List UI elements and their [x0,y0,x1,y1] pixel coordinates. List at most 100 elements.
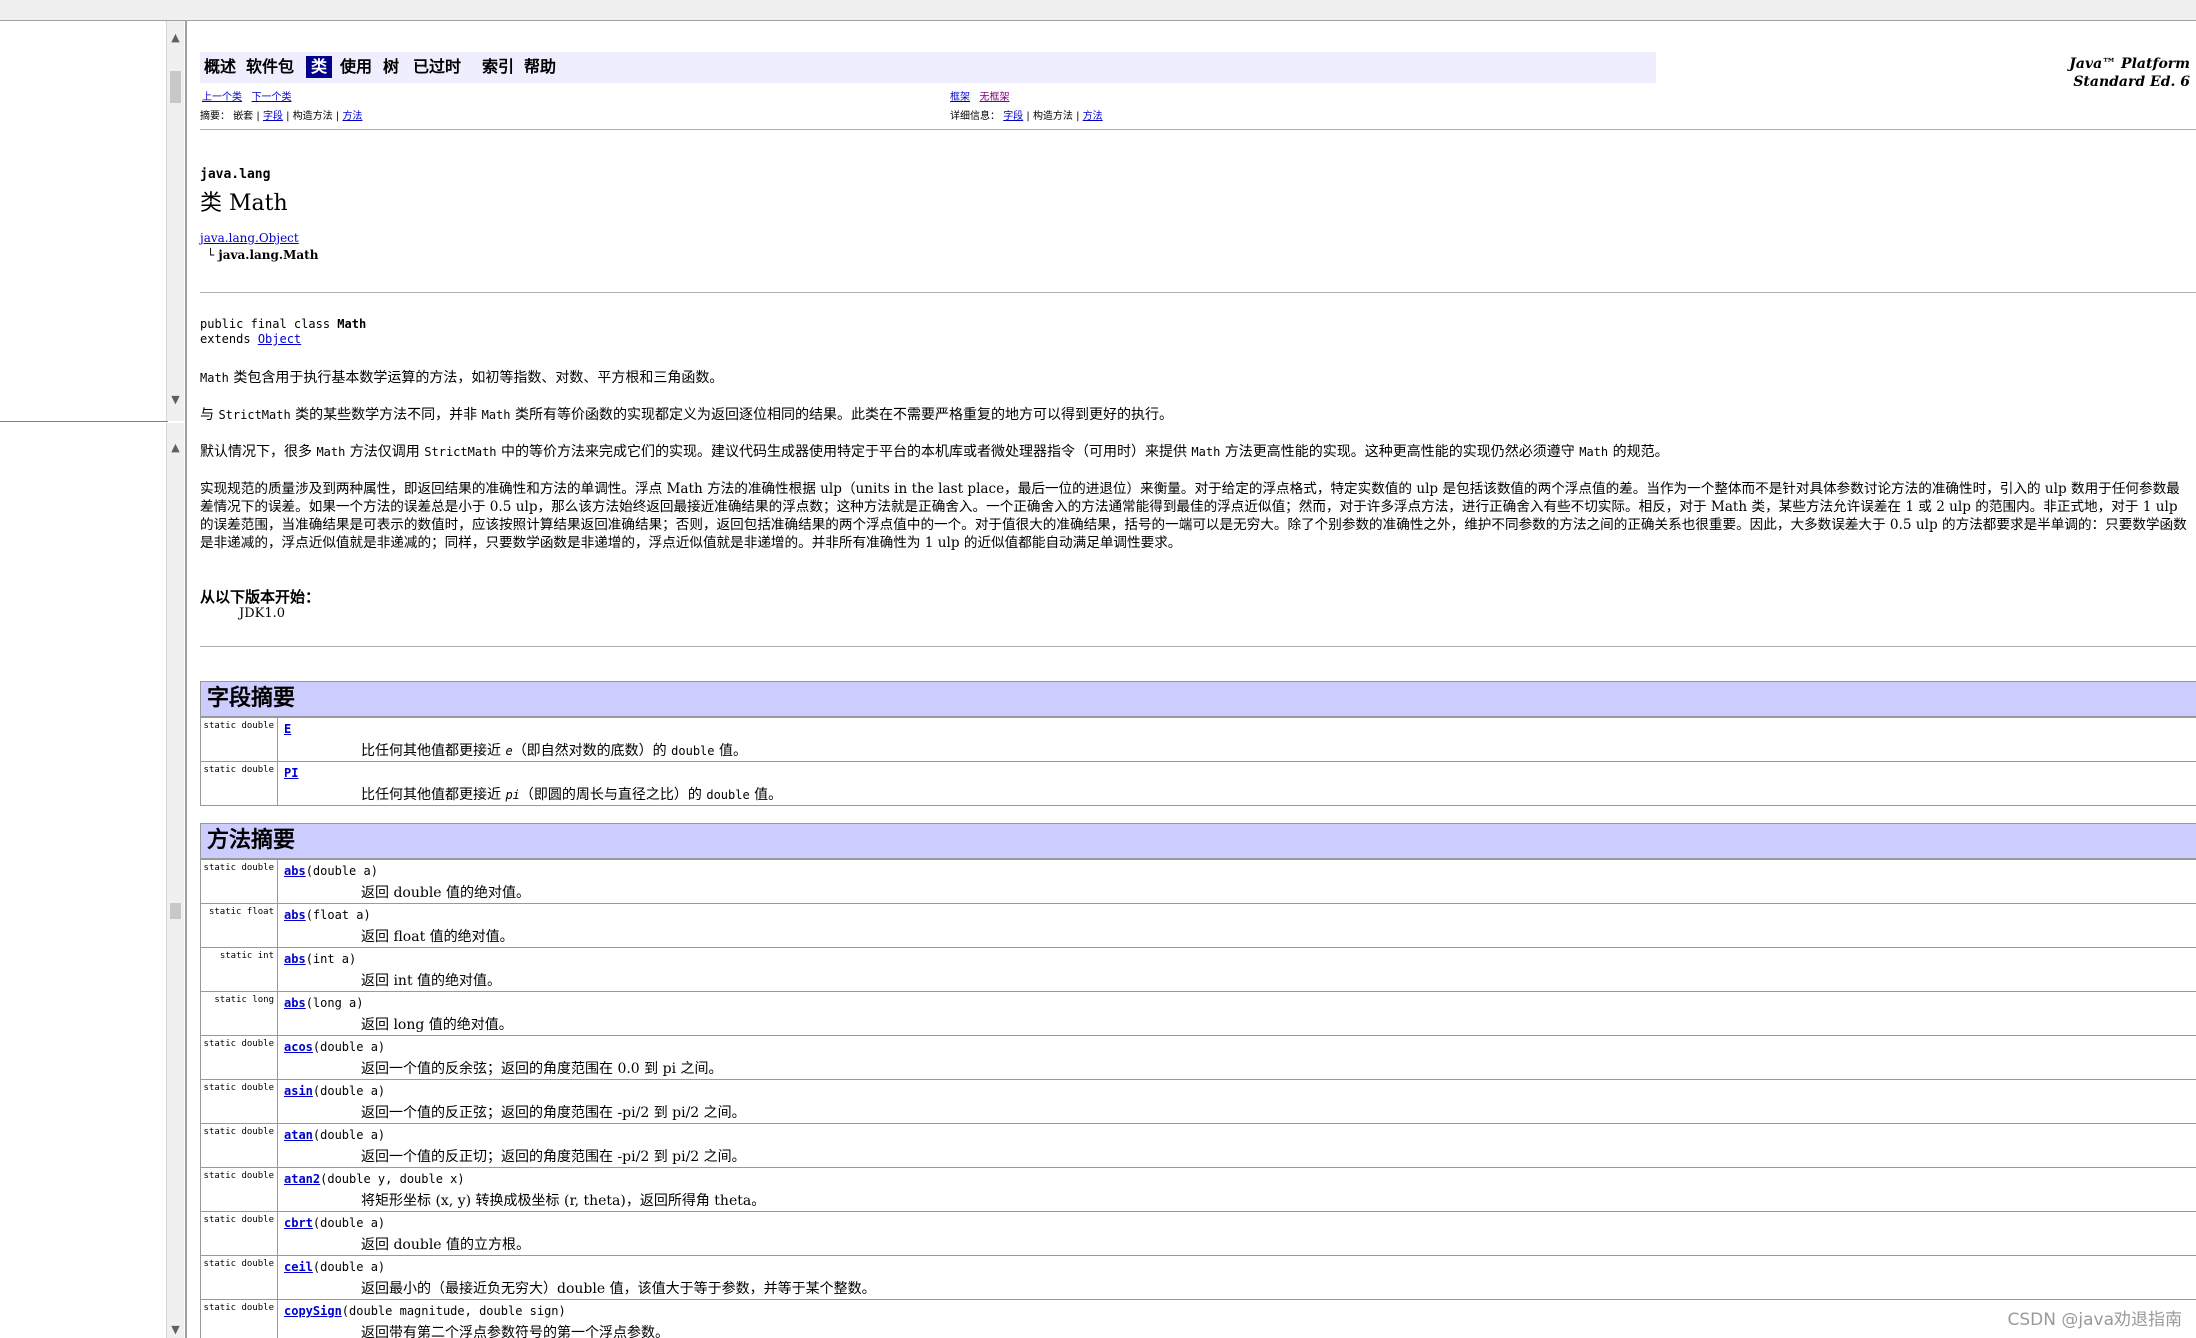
top-nav-bar: 概述 软件包 类 使用 树 已过时 索引 帮助 [200,52,1656,83]
text-span: 中的等价方法来完成它们的实现。建议代码生成器使用特定于平台的本机库或者微处理器指… [496,444,1192,460]
nav-index[interactable]: 索引 [482,56,514,78]
text-span: 值。 [749,787,783,803]
detail-field-link[interactable]: 字段 [1003,111,1023,122]
method-signature: atan2(double y, double x) [284,1172,465,1186]
scroll-thumb[interactable] [170,71,181,103]
field-signature: PI [284,766,298,780]
nav-tree[interactable]: 树 [383,56,399,78]
method-args: (double a) [312,1084,386,1098]
method-modifier: static double [201,1080,278,1123]
prev-class-link[interactable]: 上一个类 [202,92,242,103]
no-frames-link[interactable]: 无框架 [980,92,1010,103]
method-description: 返回最小的（最接近负无穷大）double 值，该值大于等于参数，并等于某个整数。 [361,1281,876,1297]
method-args: (double y, double x) [320,1172,465,1186]
detail-method-link[interactable]: 方法 [1083,111,1103,122]
text-span: 比任何其他值都更接近 [361,787,506,803]
field-summary-table: 字段摘要 static double E 比任何其他值都更接近 e（即自然对数的… [200,681,2196,806]
next-class-link[interactable]: 下一个类 [252,92,292,103]
method-link[interactable]: copySign [284,1304,342,1318]
csdn-watermark: CSDN @java劝退指南 [2007,1310,2183,1330]
method-signature: cbrt(double a) [284,1216,385,1230]
nav-package[interactable]: 软件包 [246,56,294,78]
table-row: static double cbrt(double a) 返回 double 值… [201,1211,2196,1255]
detail-constructor: 构造方法 [1032,111,1073,122]
method-link[interactable]: abs [284,908,306,922]
text-span: 类包含用于执行基本数学运算的方法，如初等指数、对数、平方根和三角函数。 [228,370,724,386]
method-args: (long a) [305,996,364,1010]
scroll-thumb[interactable] [170,903,181,919]
text-span: （即圆的周长与直径之比）的 [519,787,707,803]
method-link[interactable]: acos [284,1040,313,1054]
separator: | [335,111,340,122]
method-signature: abs(long a) [284,996,363,1010]
since-value: JDK1.0 [239,606,286,621]
italic-span: e [505,744,513,758]
nav-use[interactable]: 使用 [340,56,372,78]
method-description: 返回 int 值的绝对值。 [361,973,502,989]
method-signature: abs(int a) [284,952,356,966]
method-link[interactable]: asin [284,1084,313,1098]
method-link[interactable]: abs [284,996,306,1010]
method-modifier: static double [201,1256,278,1299]
method-signature: atan(double a) [284,1128,385,1142]
scroll-up-icon[interactable]: ▲ [167,439,184,456]
method-signature: abs(double a) [284,864,378,878]
summary-field-link[interactable]: 字段 [263,111,283,122]
method-description: 返回 long 值的绝对值。 [361,1017,513,1033]
code-span: Math [1191,445,1221,459]
table-row: static double ceil(double a) 返回最小的（最接近负无… [201,1255,2196,1299]
scroll-up-icon[interactable]: ▲ [167,29,184,46]
method-description: 返回一个值的反余弦；返回的角度范围在 0.0 到 pi 之间。 [361,1061,723,1077]
description-paragraph-3: 默认情况下，很多 Math 方法仅调用 StrictMath 中的等价方法来完成… [200,443,2190,461]
field-modifier: static double [201,762,278,805]
method-modifier: static double [201,1212,278,1255]
method-description: 返回一个值的反正切；返回的角度范围在 -pi/2 到 pi/2 之间。 [361,1149,746,1165]
summary-method-link[interactable]: 方法 [342,111,362,122]
nav-help[interactable]: 帮助 [524,56,556,78]
table-row: static float abs(float a) 返回 float 值的绝对值… [201,903,2196,947]
method-link[interactable]: cbrt [284,1216,313,1230]
table-row: static double atan(double a) 返回一个值的反正切；返… [201,1123,2196,1167]
method-modifier: static float [201,904,278,947]
platform-label: Java™ Platform Standard Ed. 6 [2069,55,2190,91]
code-span: double [706,788,750,802]
method-summary-heading: 方法摘要 [201,824,2196,859]
separator: | [1076,111,1080,122]
method-link[interactable]: atan [284,1128,313,1142]
method-modifier: static double [201,860,278,903]
package-frame-scrollbar[interactable]: ▲ ▼ [166,21,184,421]
text-span: 类所有等价函数的实现都定义为返回逐位相同的结果。此类在不需要严格重复的地方可以得… [510,407,1173,423]
class-frame-scrollbar[interactable]: ▲ ▼ [166,423,184,1338]
method-link[interactable]: abs [284,952,306,966]
scroll-down-icon[interactable]: ▼ [167,391,184,408]
method-args: (int a) [305,952,357,966]
method-description: 返回 double 值的绝对值。 [361,885,531,901]
method-description: 返回 double 值的立方根。 [361,1237,531,1253]
field-modifier: static double [201,718,278,761]
method-link[interactable]: abs [284,864,306,878]
scroll-down-icon[interactable]: ▼ [167,1321,184,1338]
frames-link[interactable]: 框架 [950,92,970,103]
method-signature: asin(double a) [284,1084,385,1098]
tree-branch-icon: └ [207,248,215,262]
method-link[interactable]: ceil [284,1260,313,1274]
method-link[interactable]: atan2 [284,1172,320,1186]
detail-prefix: 详细信息： [950,111,1000,122]
method-signature: acos(double a) [284,1040,385,1054]
field-link-e[interactable]: E [284,722,291,736]
field-description: 比任何其他值都更接近 pi（即圆的周长与直径之比）的 double 值。 [361,784,782,804]
table-row: static double asin(double a) 返回一个值的反正弦；返… [201,1079,2196,1123]
method-signature: ceil(double a) [284,1260,385,1274]
extends-link[interactable]: Object [258,332,301,346]
separator: | [256,111,260,122]
summary-constructor: 构造方法 [292,111,333,122]
nav-overview[interactable]: 概述 [204,56,236,78]
table-row: static double PI 比任何其他值都更接近 pi（即圆的周长与直径之… [201,761,2196,805]
text-span: 比任何其他值都更接近 [361,743,506,759]
parent-class-link[interactable]: java.lang.Object [200,231,299,245]
description-paragraph-4: 实现规范的质量涉及到两种属性，即返回结果的准确性和方法的单调性。浮点 Math … [200,481,2187,551]
field-link-pi[interactable]: PI [284,766,298,780]
frame-splitter[interactable] [0,421,168,422]
inheritance-parent: java.lang.Object [200,231,299,245]
nav-deprecated[interactable]: 已过时 [413,56,461,78]
